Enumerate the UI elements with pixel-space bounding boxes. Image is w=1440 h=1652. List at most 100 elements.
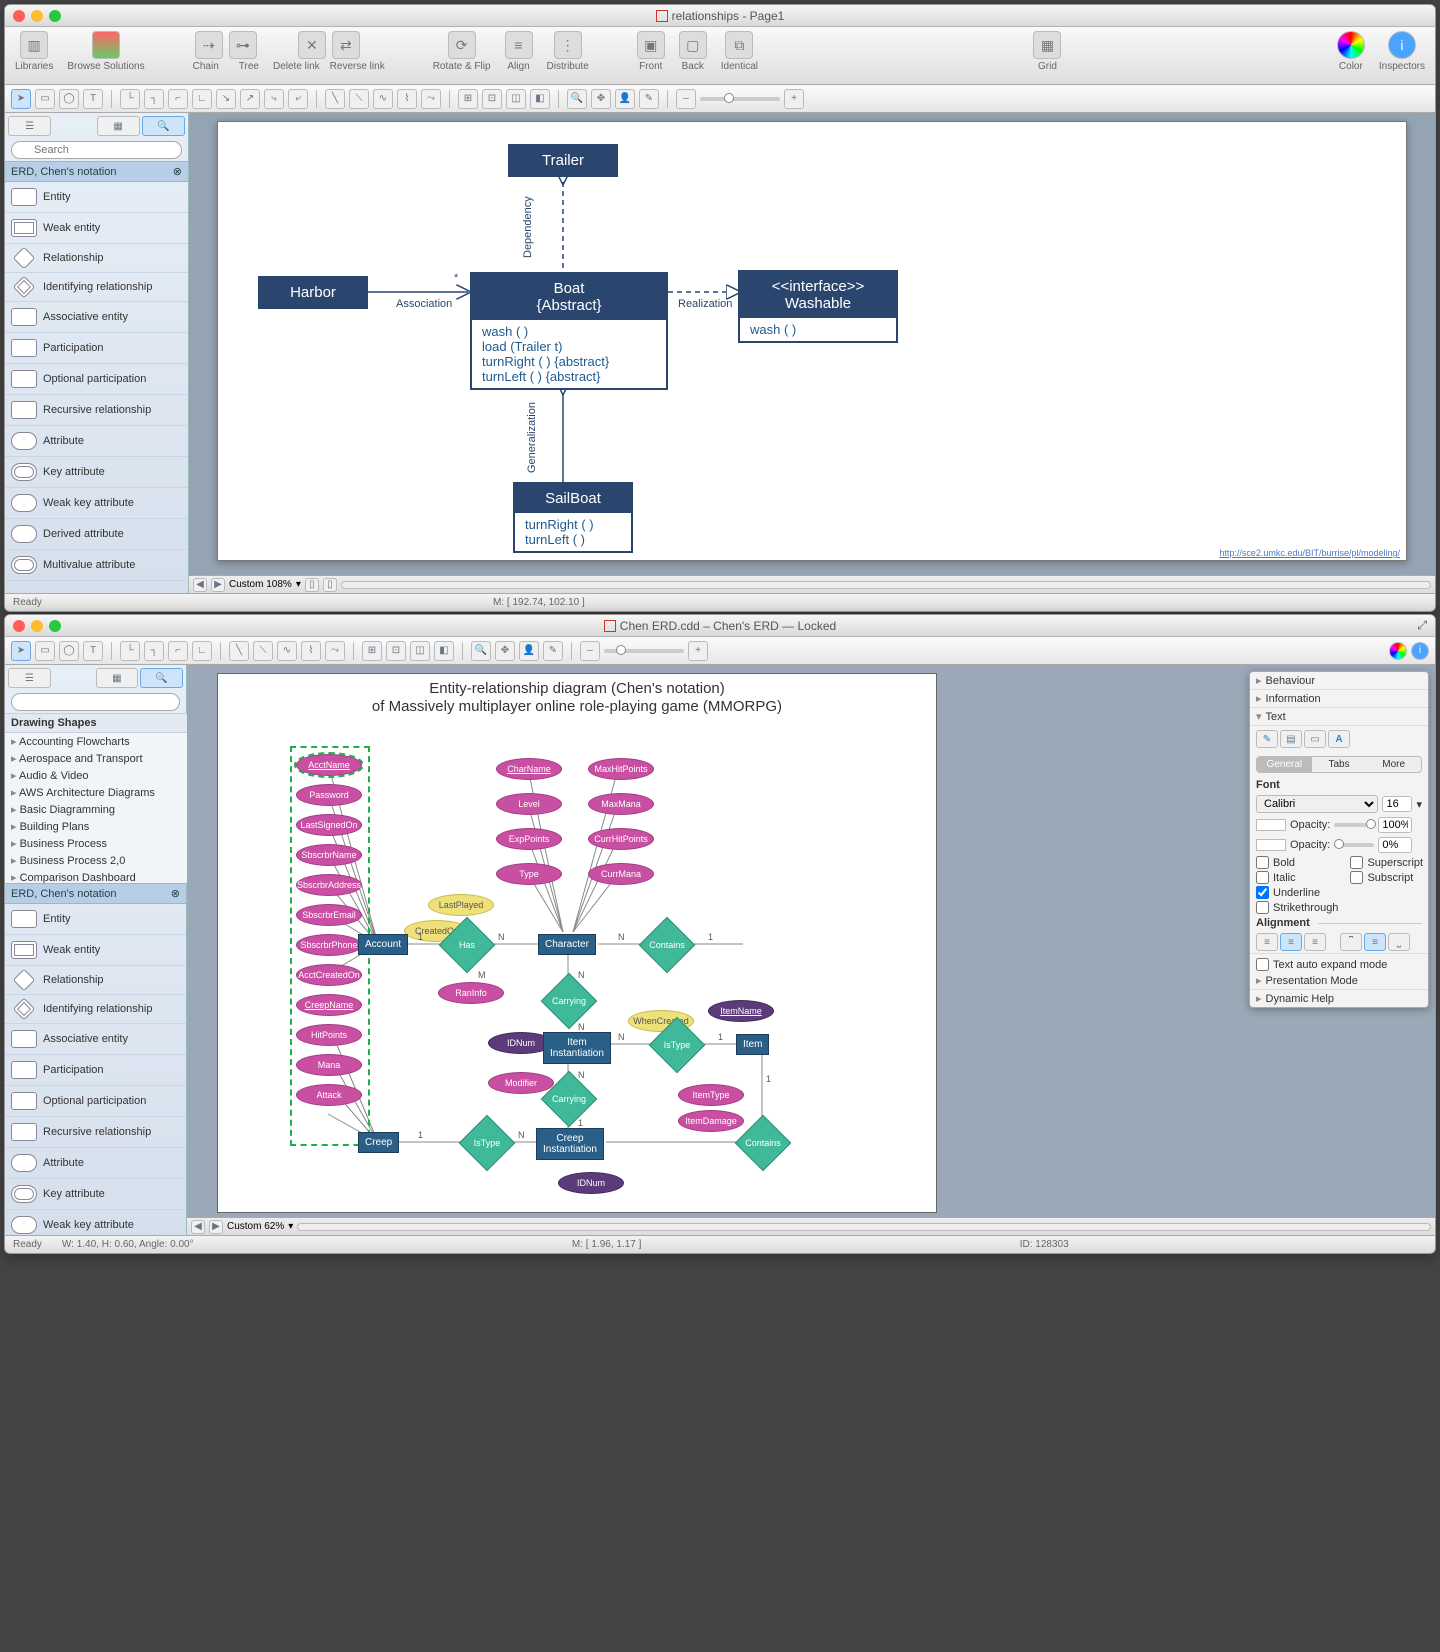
front-icon[interactable]: ▣	[637, 31, 665, 59]
tree-item[interactable]: Aerospace and Transport	[5, 750, 187, 767]
canvas-area[interactable]: Harbor Trailer Boat {Abstract} wash ( ) …	[189, 113, 1435, 593]
zoom-in-icon[interactable]: +	[688, 641, 708, 661]
attr-mana[interactable]: Mana	[296, 1054, 362, 1076]
pan-icon[interactable]: ✥	[591, 89, 611, 109]
line3-icon[interactable]: ∿	[373, 89, 393, 109]
eye-icon[interactable]: ✎	[639, 89, 659, 109]
lib-item[interactable]: Optional participation	[5, 1086, 186, 1117]
tb-browse[interactable]: Browse Solutions	[67, 61, 144, 72]
delete-link-icon[interactable]: ✕	[298, 31, 326, 59]
tb-back[interactable]: Back	[682, 61, 704, 72]
ent-item-instantiation[interactable]: Item Instantiation	[543, 1032, 611, 1064]
lib-item[interactable]: Entity	[5, 904, 186, 935]
s3-icon[interactable]: ◫	[410, 641, 430, 661]
lib-item[interactable]: Key attribute	[5, 1179, 186, 1210]
z1-icon[interactable]: 🔍	[471, 641, 491, 661]
attr-creepname[interactable]: CreepName	[296, 994, 362, 1016]
search-input[interactable]	[11, 141, 182, 159]
box-icon[interactable]: ▭	[1304, 730, 1326, 748]
attr-attack[interactable]: Attack	[296, 1084, 362, 1106]
rel-carrying2[interactable]: Carrying	[548, 1078, 590, 1120]
opacity-slider2[interactable]	[1334, 843, 1374, 847]
tree-item[interactable]: Accounting Flowcharts	[5, 733, 187, 750]
tb-tree[interactable]: Tree	[239, 61, 259, 72]
font-size-input[interactable]	[1382, 796, 1412, 812]
tb-align[interactable]: Align	[507, 61, 529, 72]
lib-item[interactable]: Identifying relationship	[5, 273, 188, 302]
zoom-slider2[interactable]	[604, 649, 684, 653]
tree-item[interactable]: Comparison Dashboard	[5, 869, 187, 883]
drawing-page[interactable]: Entity-relationship diagram (Chen's nota…	[217, 673, 937, 1213]
rel-has[interactable]: Has	[446, 924, 488, 966]
font-select[interactable]: Calibri	[1256, 795, 1378, 813]
underline-checkbox[interactable]	[1256, 886, 1269, 899]
c1-icon[interactable]: └	[120, 641, 140, 661]
titlebar2[interactable]: Chen ERD.cdd – Chen's ERD — Locked ⤢	[5, 615, 1435, 637]
conn7-icon[interactable]: ⤷	[264, 89, 284, 109]
user-icon[interactable]: 👤	[615, 89, 635, 109]
attr-raninfo[interactable]: RanInfo	[438, 982, 504, 1004]
sec-information[interactable]: Information	[1266, 693, 1321, 705]
lib-item[interactable]: Identifying relationship	[5, 995, 186, 1024]
lib-item[interactable]: Optional participation	[5, 364, 188, 395]
ent-character[interactable]: Character	[538, 934, 596, 955]
zoom-value2[interactable]: Custom 62%	[227, 1221, 284, 1232]
conn5-icon[interactable]: ↘	[216, 89, 236, 109]
lib-item[interactable]: Recursive relationship	[5, 395, 188, 426]
s4-icon[interactable]: ◧	[434, 641, 454, 661]
c4-icon[interactable]: ∟	[192, 641, 212, 661]
tb-dellink[interactable]: Delete link	[273, 61, 320, 72]
font-A-icon[interactable]: A	[1328, 730, 1350, 748]
page-prev-icon[interactable]: ◀	[191, 1220, 205, 1234]
pg1-icon[interactable]: ▯	[305, 578, 319, 592]
zoom-icon[interactable]	[49, 620, 61, 632]
distribute-icon[interactable]: ⋮	[554, 31, 582, 59]
l3-icon[interactable]: ∿	[277, 641, 297, 661]
zoom-out-icon[interactable]: –	[580, 641, 600, 661]
libraries-icon[interactable]: ▥	[20, 31, 48, 59]
grid-icon[interactable]: ▦	[1033, 31, 1061, 59]
attr-acctname[interactable]: AcctName	[296, 754, 362, 776]
tb-rotate[interactable]: Rotate & Flip	[433, 61, 491, 72]
close-library-icon[interactable]: ⊗	[173, 165, 182, 178]
opacity-input2[interactable]	[1378, 837, 1412, 853]
attr-maxhitpoints[interactable]: MaxHitPoints	[588, 758, 654, 780]
s1-icon[interactable]: ⊞	[362, 641, 382, 661]
snap2-icon[interactable]: ⊡	[482, 89, 502, 109]
lib-item[interactable]: Entity	[5, 182, 188, 213]
minimize-icon[interactable]	[31, 620, 43, 632]
lib-item[interactable]: Relationship	[5, 244, 188, 273]
lib-item[interactable]: Weak key attribute	[5, 1210, 186, 1235]
h-scrollbar2[interactable]	[297, 1223, 1431, 1231]
tab-tabs[interactable]: Tabs	[1312, 757, 1367, 772]
tb-inspectors[interactable]: Inspectors	[1379, 61, 1425, 72]
align-icon[interactable]: ≡	[505, 31, 533, 59]
inspectors-icon[interactable]: i	[1388, 31, 1416, 59]
z2-icon[interactable]: ✥	[495, 641, 515, 661]
rel-istype[interactable]: IsType	[656, 1024, 698, 1066]
l2-icon[interactable]: ⟍	[253, 641, 273, 661]
uml-trailer[interactable]: Trailer	[508, 144, 618, 177]
library-header2[interactable]: ERD, Chen's notation⊗	[5, 883, 186, 904]
attr-hitpoints[interactable]: HitPoints	[296, 1024, 362, 1046]
tree-item[interactable]: Basic Diagramming	[5, 801, 187, 818]
lib-item[interactable]: Relationship	[5, 966, 186, 995]
attr-exppoints[interactable]: ExpPoints	[496, 828, 562, 850]
attr-password[interactable]: Password	[296, 784, 362, 806]
tb-grid[interactable]: Grid	[1038, 61, 1057, 72]
pencil-icon[interactable]: ✎	[1256, 730, 1278, 748]
tb-front[interactable]: Front	[639, 61, 662, 72]
attr-modifier[interactable]: Modifier	[488, 1072, 554, 1094]
chevron-down-icon[interactable]: ▾	[1256, 710, 1262, 723]
conn4-icon[interactable]: ∟	[192, 89, 212, 109]
tb-distribute[interactable]: Distribute	[547, 61, 589, 72]
attr-lastplayed[interactable]: LastPlayed	[428, 894, 494, 916]
rotate-flip-icon[interactable]: ⟳	[448, 31, 476, 59]
snap3-icon[interactable]: ◫	[506, 89, 526, 109]
stepper-icon[interactable]: ▾	[1416, 798, 1422, 811]
rect-tool-icon[interactable]: ▭	[35, 641, 55, 661]
lib-item[interactable]: Weak entity	[5, 935, 186, 966]
color-icon[interactable]	[1389, 642, 1407, 660]
browse-solutions-icon[interactable]	[92, 31, 120, 59]
line2-icon[interactable]: ⟍	[349, 89, 369, 109]
